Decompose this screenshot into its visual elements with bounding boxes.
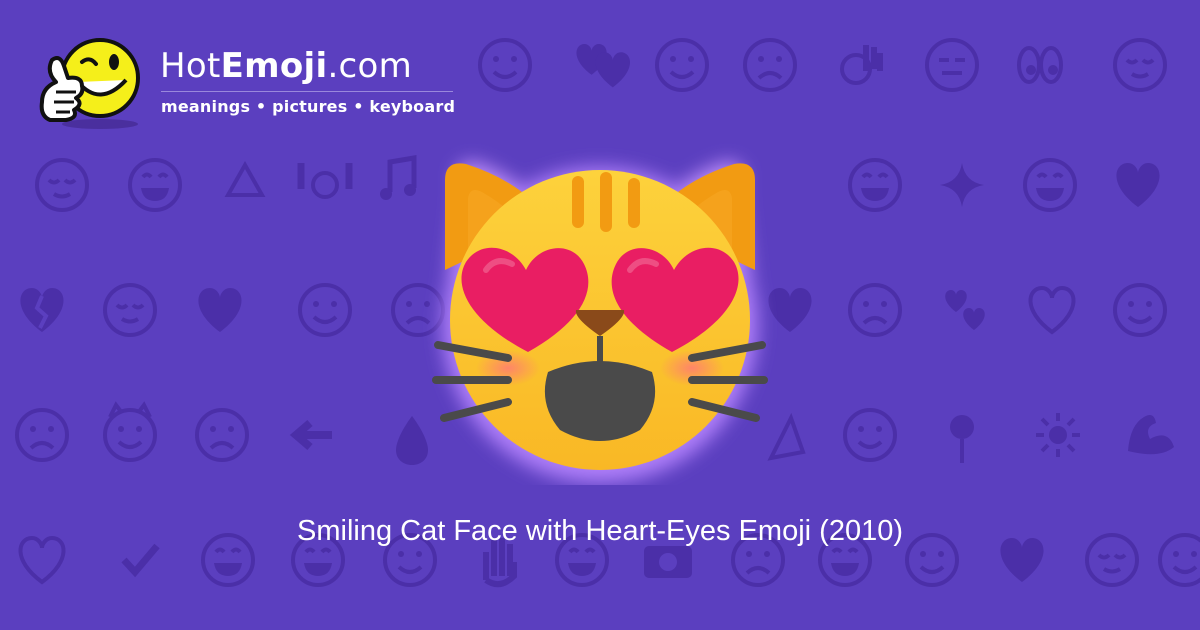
bg-smiling-imp-icon xyxy=(103,401,157,462)
bg-broken-heart-icon xyxy=(20,288,64,332)
bg-smirking-face-icon xyxy=(1113,38,1167,92)
bg-heart-icon xyxy=(1028,286,1076,334)
bg-angry-face-icon xyxy=(195,408,249,462)
logo-divider xyxy=(161,91,453,92)
bg-smiling-face-icon xyxy=(655,38,709,92)
smiling-cat-heart-eyes-icon xyxy=(432,161,768,483)
bg-tongue-face-icon xyxy=(843,408,897,462)
bg-rose-icon xyxy=(950,415,974,463)
bg-recycle-icon xyxy=(224,160,266,197)
bg-weary-face-icon xyxy=(848,283,902,337)
site-logo[interactable]: HotEmoji.com meanings • pictures • keybo… xyxy=(38,32,488,132)
bg-revolving-hearts-icon xyxy=(945,290,985,330)
wordmark-prefix: Hot xyxy=(160,46,221,86)
bg-sparkles-icon xyxy=(940,163,984,207)
bg-weary-face-icon xyxy=(743,38,797,92)
bg-raising-hands-icon xyxy=(297,163,353,199)
share-card: HotEmoji.com meanings • pictures • keybo… xyxy=(0,0,1200,630)
thumbs-up-wink-icon xyxy=(39,38,140,129)
bg-winking-face-icon xyxy=(298,283,352,337)
bg-eyes-icon xyxy=(1017,46,1063,84)
site-tagline: meanings • pictures • keyboard xyxy=(161,97,456,116)
bg-confused-face-icon xyxy=(103,283,157,337)
bg-grinning-face-icon xyxy=(1023,158,1077,212)
site-wordmark: HotEmoji.com xyxy=(160,46,412,86)
bg-arrow-left-icon xyxy=(296,423,332,447)
bg-grinning-face-icon xyxy=(848,158,902,212)
bg-heart-icon xyxy=(198,288,242,332)
bg-relieved-face-icon xyxy=(35,158,89,212)
bg-grimacing-face-icon xyxy=(128,158,182,212)
bg-heart-icon xyxy=(1116,163,1160,207)
bg-sun-icon xyxy=(1034,411,1082,459)
bg-ok-hand-icon xyxy=(840,45,883,85)
bg-flexed-biceps-icon xyxy=(1128,415,1174,455)
bg-monkey-icon xyxy=(1113,283,1167,337)
bg-two-hearts-icon xyxy=(576,44,631,88)
wordmark-bold: Emoji xyxy=(220,46,328,86)
bg-screaming-face-icon xyxy=(15,408,69,462)
wordmark-suffix: .com xyxy=(327,46,413,86)
bg-neutral-face-icon xyxy=(925,38,979,92)
emoji-caption: Smiling Cat Face with Heart-Eyes Emoji (… xyxy=(297,515,903,547)
